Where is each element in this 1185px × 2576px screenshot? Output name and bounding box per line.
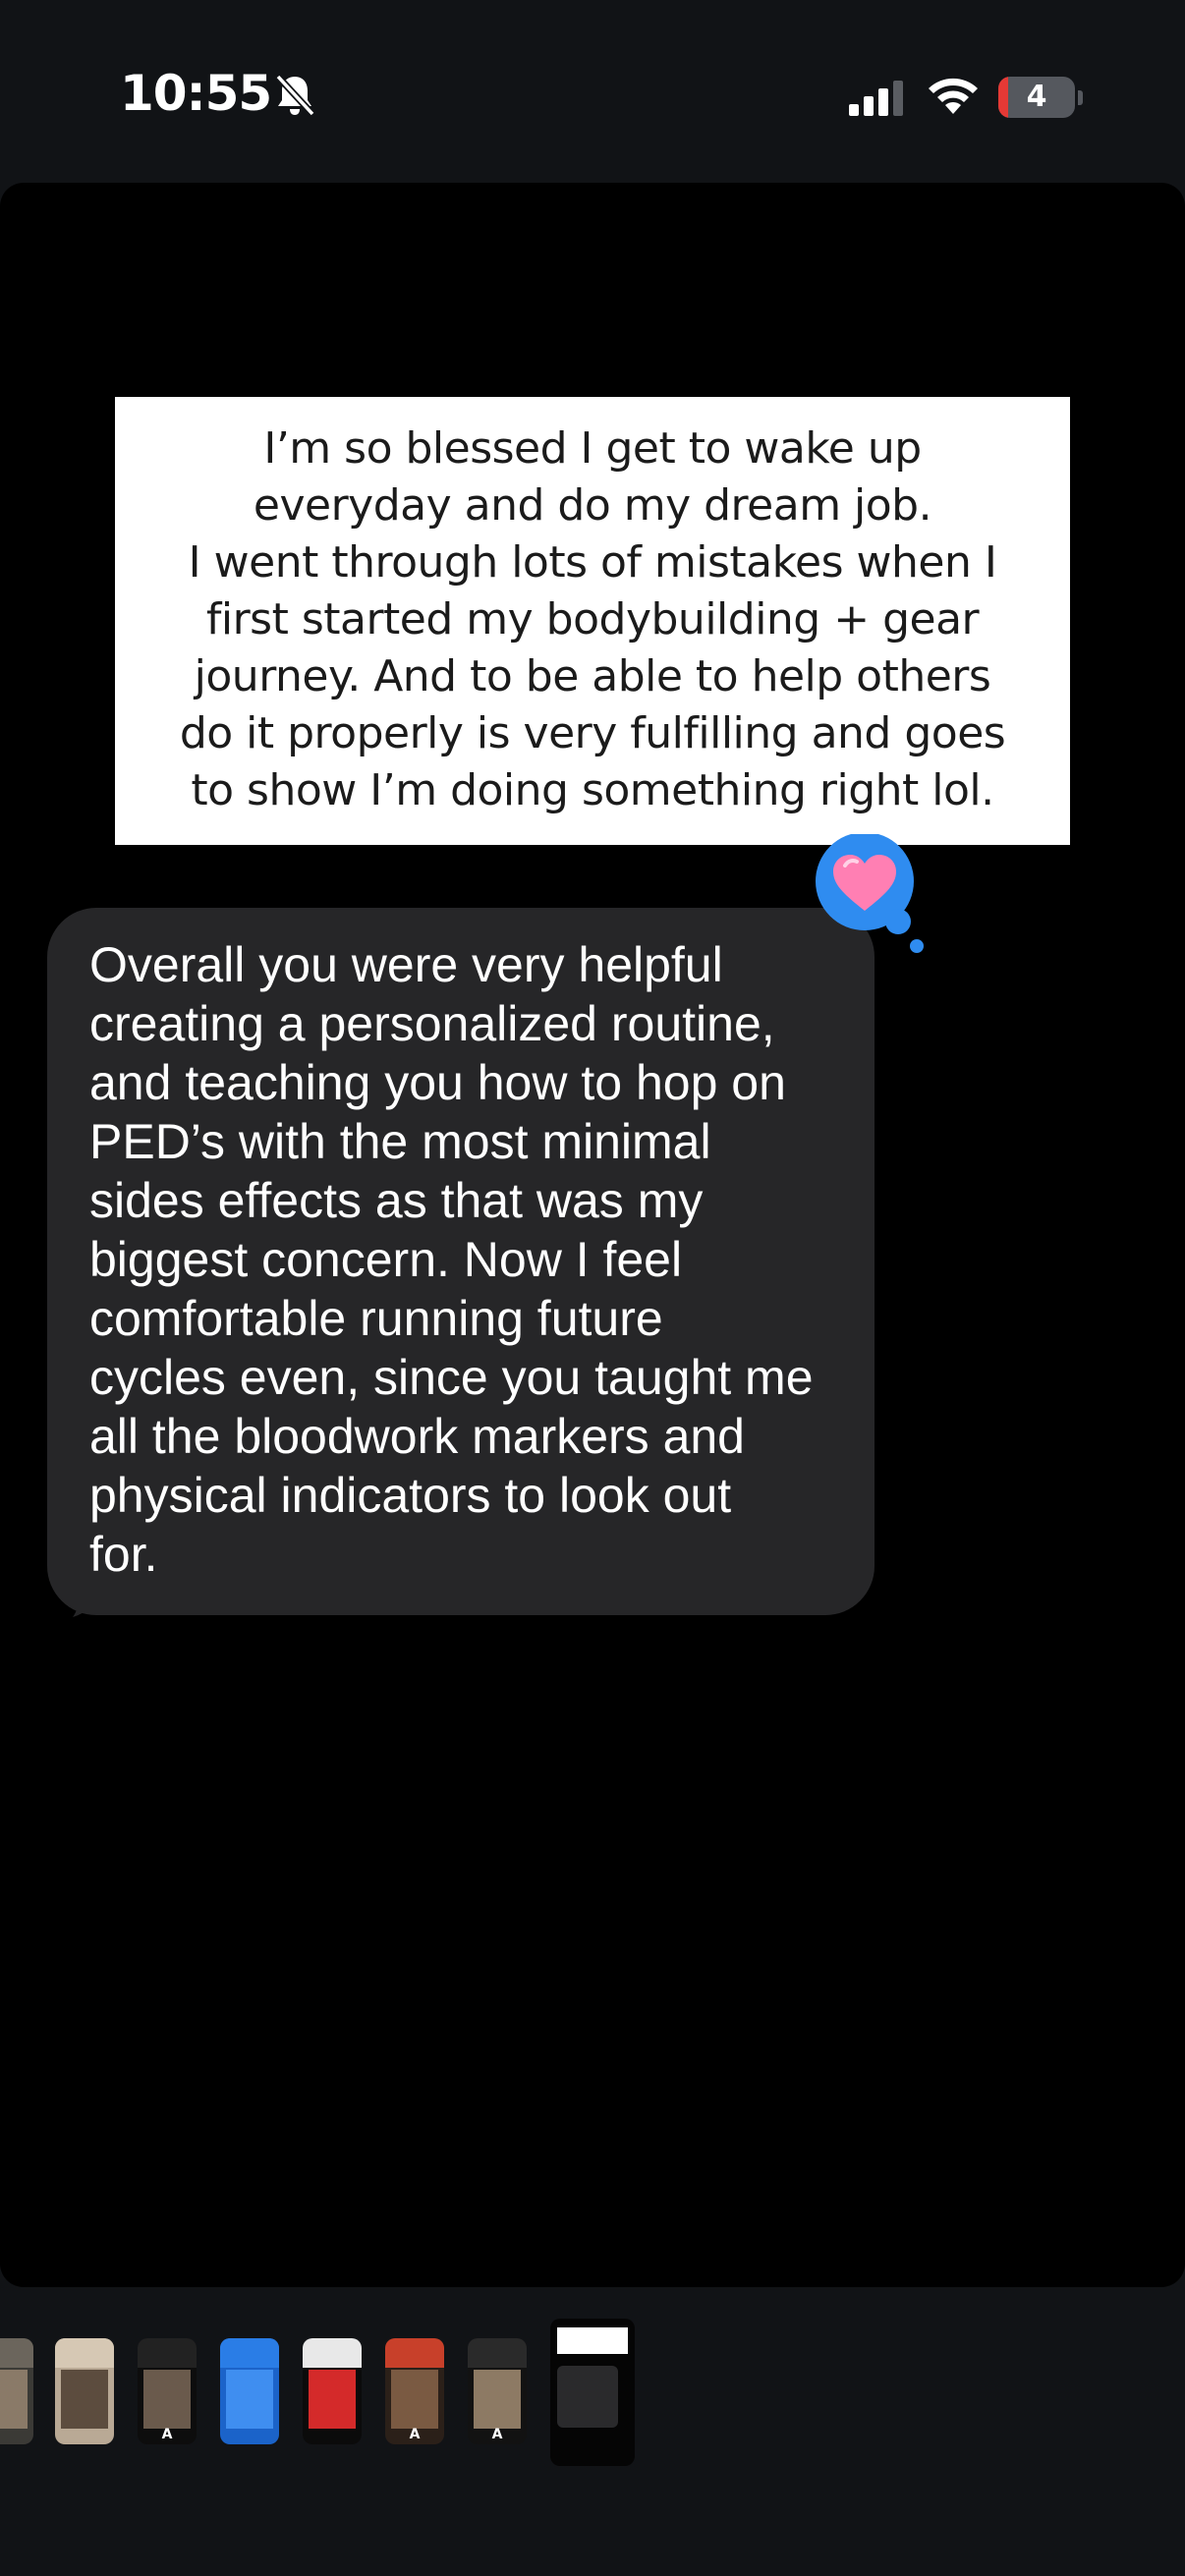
reaction-dot: [910, 939, 924, 953]
cellular-signal-icon: [849, 81, 903, 116]
story-thumbnail-strip: A A A: [0, 2309, 1185, 2486]
message-line: creating a personalized routine,: [89, 996, 775, 1051]
message-line: and teaching you how to hop on: [89, 1055, 786, 1110]
message-line: all the bloodwork markers and: [89, 1409, 745, 1464]
quote-line: I went through lots of mistakes when I: [188, 537, 997, 588]
story-thumbnail[interactable]: [303, 2338, 362, 2444]
message-line: sides effects as that was my: [89, 1173, 704, 1228]
story-thumbnail[interactable]: [0, 2338, 33, 2444]
story-thumbnail[interactable]: [55, 2338, 114, 2444]
status-bar: 10:55 4: [0, 0, 1185, 187]
message-line: Overall you were very helpful: [89, 937, 723, 992]
message-line: comfortable running future: [89, 1291, 663, 1346]
quote-line: journey. And to be able to help others: [194, 651, 991, 701]
status-time: 10:55: [120, 65, 272, 122]
quote-line: do it properly is very fulfilling and go…: [179, 708, 1006, 758]
battery-tip: [1078, 90, 1083, 105]
bell-slash-icon: [275, 74, 315, 117]
battery-icon: 4: [998, 77, 1075, 118]
story-thumbnail[interactable]: A: [468, 2338, 527, 2444]
message-line: PED’s with the most minimal: [89, 1114, 711, 1169]
message-line: biggest concern. Now I feel: [89, 1232, 683, 1287]
quote-card: I’m so blessed I get to wake up everyday…: [115, 397, 1070, 845]
story-thumbnail-active[interactable]: [550, 2319, 635, 2466]
story-thumbnail[interactable]: A: [385, 2338, 444, 2444]
message-line: physical indicators to look out: [89, 1468, 732, 1523]
story-thumbnail[interactable]: [220, 2338, 279, 2444]
battery-percent: 4: [1026, 80, 1047, 114]
message-text: Overall you were very helpful creating a…: [89, 935, 814, 1584]
message-line: cycles even, since you taught me: [89, 1350, 814, 1405]
quote-line: first started my bodybuilding + gear: [205, 594, 980, 644]
message-line: for.: [89, 1527, 158, 1582]
pink-heart-icon[interactable]: [816, 834, 918, 936]
quote-line: everyday and do my dream job.: [253, 480, 932, 531]
quote-line: I’m so blessed I get to wake up: [263, 423, 922, 474]
wifi-icon: [929, 78, 978, 114]
quote-line: to show I’m doing something right lol.: [191, 765, 994, 815]
story-thumbnail[interactable]: A: [138, 2338, 197, 2444]
bubble-tail: [71, 1582, 106, 1617]
quote-text: I’m so blessed I get to wake up everyday…: [144, 420, 1041, 819]
